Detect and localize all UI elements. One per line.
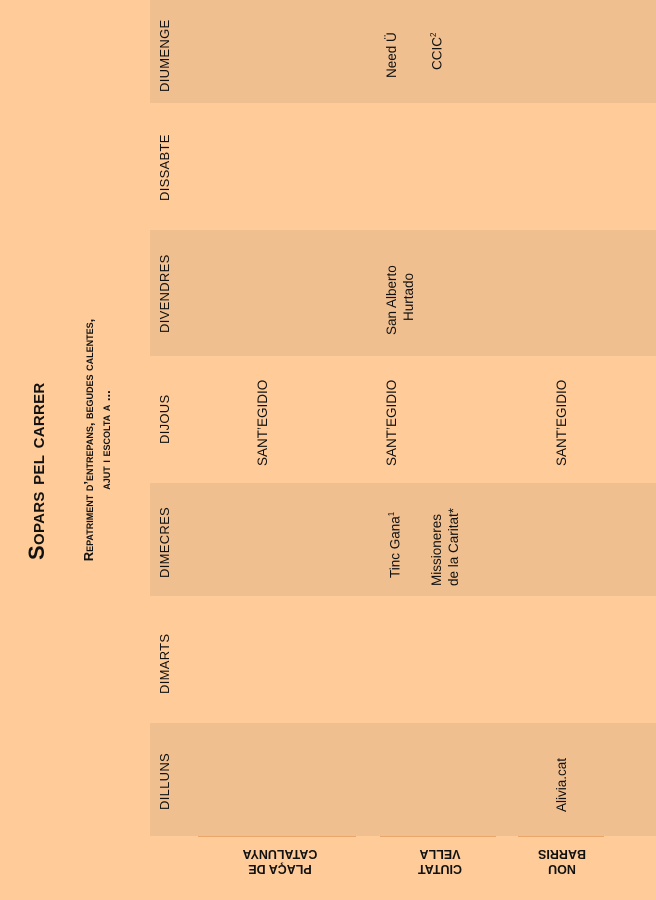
entry-missioneres-line-2: de la Caritat* [446,507,461,586]
subtitle-line-2: ajut i escolta a ... [98,390,113,490]
entry-missioneres-line-1: Missioneres [429,513,444,586]
area-placa-line-1: PLAÇA DE [248,862,312,876]
rule-ciutat [380,836,496,837]
entry-tinc-gana-sup: 1 [387,511,396,517]
rule-placa [198,836,356,837]
entry-ccic-text: CCIC [429,37,445,70]
entry-alivia: Alivia.cat [554,757,569,812]
entry-santegidio-placa: SANT’EGIDIO [255,379,270,466]
area-nou-barris: NOU BARRIS [522,846,602,876]
entry-santegidio-nou: SANT’EGIDIO [554,379,569,466]
entry-ccic: CCIC2 [425,33,446,70]
entry-santegidio-ciutat: SANT’EGIDIO [384,379,399,466]
day-divendres: DIVENDRES [157,254,172,333]
page-subtitle: Repatriment d’entrepans, begudes calente… [80,240,114,640]
area-ciutat-vella: CIUTAT VELLA [400,846,480,876]
entry-san-alberto-line-1: San Alberto [384,265,399,335]
subtitle-line-1: Repatriment d’entrepans, begudes calente… [81,318,96,562]
entry-san-alberto: San Alberto Hurtado [383,265,417,335]
area-placa-line-2: CATALUNYA [242,847,318,861]
day-dissabte: DISSABTE [157,134,172,201]
day-dijous: DIJOUS [157,394,172,444]
area-nou-line-1: NOU [548,862,576,876]
band-diumenge [150,0,656,103]
area-nou-line-2: BARRIS [538,847,586,861]
entry-need-u: Need Ü [384,32,399,78]
entry-missioneres: Missioneres de la Caritat* [428,508,462,586]
day-dimarts: DIMARTS [157,633,172,694]
area-ciutat-line-2: VELLA [419,847,461,861]
rule-nou [518,836,604,837]
entry-ccic-sup: 2 [429,32,438,37]
day-dilluns: DILLUNS [157,752,172,810]
entry-tinc-gana-text: Tinc Gana [387,516,403,578]
page-title: Sopars pel carrer [24,382,49,560]
day-diumenge: DIUMENGE [157,19,172,92]
area-ciutat-line-1: CIUTAT [418,862,462,876]
entry-tinc-gana: Tinc Gana1 [383,512,404,578]
band-dilluns [150,723,656,836]
entry-san-alberto-line-2: Hurtado [401,272,416,321]
area-placa-catalunya: PLAÇA DE CATALUNYA [220,846,340,876]
day-dimecres: DIMECRES [157,506,172,578]
